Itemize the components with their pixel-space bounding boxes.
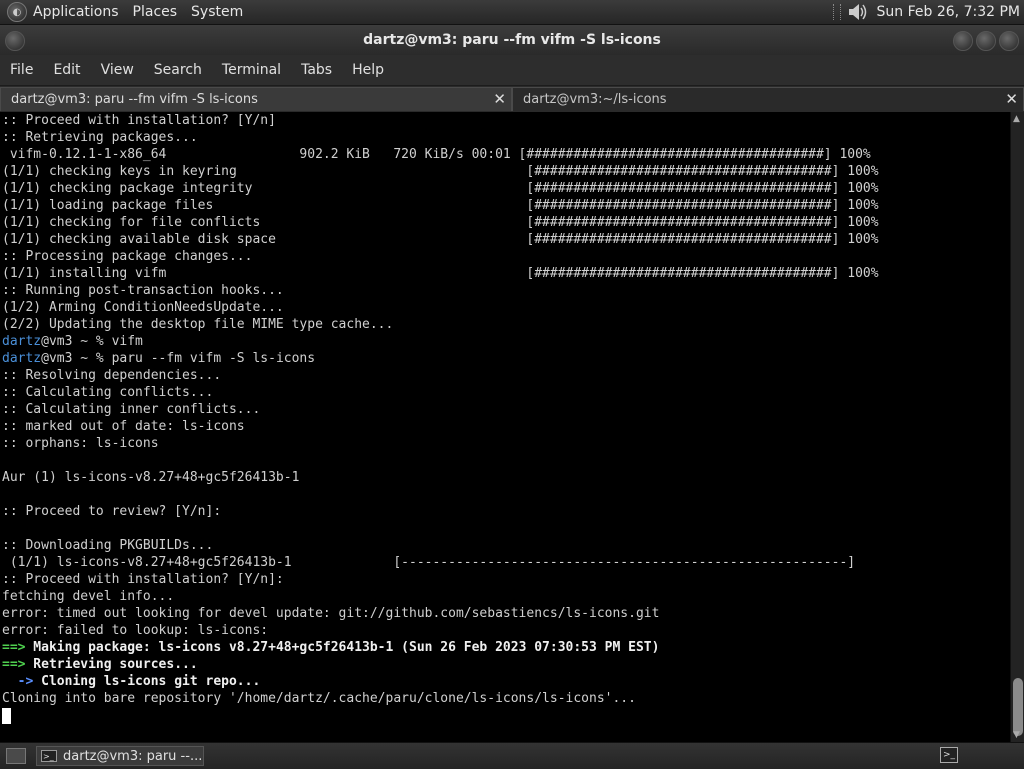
terminal-line: dartz@vm3 ~ % paru --fm vifm -S ls-icons bbox=[2, 350, 879, 367]
terminal-line: (1/2) Arming ConditionNeedsUpdate... bbox=[2, 300, 284, 315]
terminal-line: :: Proceed to review? [Y/n]: bbox=[2, 504, 222, 519]
tab-label: dartz@vm3:~/ls-icons bbox=[523, 92, 667, 107]
terminal-line: (1/1) checking package integrity [######… bbox=[2, 181, 879, 196]
scroll-up-icon[interactable]: ▲ bbox=[1013, 114, 1020, 124]
terminal-icon: >_ bbox=[41, 750, 57, 762]
terminal-line: :: Calculating inner conflicts... bbox=[2, 402, 261, 417]
terminal-line: :: Resolving dependencies... bbox=[2, 368, 222, 383]
terminal-line: (1/1) loading package files [###########… bbox=[2, 198, 879, 213]
minimize-icon[interactable] bbox=[953, 31, 973, 51]
terminal-line: error: failed to lookup: ls-icons: bbox=[2, 623, 269, 638]
terminal-line: (2/2) Updating the desktop file MIME typ… bbox=[2, 317, 394, 332]
terminal-line: :: Proceed with installation? [Y/n]: bbox=[2, 572, 284, 587]
menu-tabs[interactable]: Tabs bbox=[301, 62, 332, 78]
top-panel: ◐ Applications Places System Sun Feb 26,… bbox=[0, 0, 1024, 25]
menu-file[interactable]: File bbox=[10, 62, 33, 78]
terminal-line: :: Proceed with installation? [Y/n] bbox=[2, 113, 276, 128]
top-panel-menu: Applications Places System bbox=[33, 0, 257, 24]
tab-ls-icons[interactable]: dartz@vm3:~/ls-icons ✕ bbox=[512, 87, 1024, 111]
terminal-line: vifm-0.12.1-1-x86_64 902.2 KiB 720 KiB/s… bbox=[2, 147, 871, 162]
prompt-command: @vm3 ~ % paru --fm vifm -S ls-icons bbox=[41, 351, 316, 366]
terminal-line: :: orphans: ls-icons bbox=[2, 436, 159, 451]
show-desktop-icon[interactable] bbox=[6, 748, 26, 764]
panel-separator bbox=[832, 4, 841, 20]
terminal-line: dartz@vm3 ~ % vifm bbox=[2, 333, 879, 350]
tab-paru[interactable]: dartz@vm3: paru --fm vifm -S ls-icons ✕ bbox=[0, 87, 512, 111]
status-arrow: -> bbox=[2, 674, 34, 689]
terminal-output[interactable]: :: Proceed with installation? [Y/n]:: Re… bbox=[0, 112, 1010, 742]
tab-bar: dartz@vm3: paru --fm vifm -S ls-icons ✕ … bbox=[0, 86, 1024, 112]
status-arrow: ==> bbox=[2, 657, 26, 672]
terminal-line bbox=[2, 707, 879, 724]
prompt-user: dartz bbox=[2, 351, 42, 366]
volume-icon[interactable] bbox=[847, 2, 869, 22]
menu-help[interactable]: Help bbox=[352, 62, 384, 78]
terminal-line: ==> Retrieving sources... bbox=[2, 656, 879, 673]
status-message: Cloning ls-icons git repo... bbox=[33, 674, 261, 689]
window-title: dartz@vm3: paru --fm vifm -S ls-icons bbox=[363, 32, 661, 48]
terminal-line: ==> Making package: ls-icons v8.27+48+gc… bbox=[2, 639, 879, 656]
terminal-line: :: Downloading PKGBUILDs... bbox=[2, 538, 214, 553]
close-tab-icon[interactable]: ✕ bbox=[1005, 90, 1018, 108]
terminal-line: :: Calculating conflicts... bbox=[2, 385, 214, 400]
bottom-panel: >_ dartz@vm3: paru --... >_ bbox=[0, 742, 1024, 769]
menu-edit[interactable]: Edit bbox=[53, 62, 80, 78]
terminal-line: (1/1) checking for file conflicts [#####… bbox=[2, 215, 879, 230]
clock[interactable]: Sun Feb 26, 7:32 PM bbox=[877, 4, 1020, 20]
places-menu[interactable]: Places bbox=[133, 4, 178, 20]
terminal-line: -> Cloning ls-icons git repo... bbox=[2, 673, 879, 690]
terminal-cursor bbox=[2, 707, 11, 724]
terminal-line: (1/1) checking available disk space [###… bbox=[2, 232, 879, 247]
maximize-icon[interactable] bbox=[976, 31, 996, 51]
taskbar-item-terminal[interactable]: >_ dartz@vm3: paru --... bbox=[36, 746, 204, 766]
terminal-line: Aur (1) ls-icons-v8.27+48+gc5f26413b-1 bbox=[2, 470, 300, 485]
window-menu-icon[interactable] bbox=[5, 31, 25, 51]
status-arrow: ==> bbox=[2, 640, 26, 655]
gnome-foot-icon[interactable]: ◐ bbox=[7, 2, 27, 22]
terminal-line: (1/1) installing vifm [#################… bbox=[2, 266, 879, 281]
scrollbar-thumb[interactable] bbox=[1013, 678, 1023, 736]
menu-terminal[interactable]: Terminal bbox=[222, 62, 281, 78]
status-message: Making package: ls-icons v8.27+48+gc5f26… bbox=[25, 640, 660, 655]
menubar: File Edit View Search Terminal Tabs Help bbox=[0, 55, 1024, 86]
prompt-user: dartz bbox=[2, 334, 42, 349]
top-panel-tray: Sun Feb 26, 7:32 PM bbox=[832, 0, 1020, 24]
window-titlebar[interactable]: dartz@vm3: paru --fm vifm -S ls-icons bbox=[0, 25, 1024, 55]
applications-menu[interactable]: Applications bbox=[33, 4, 119, 20]
terminal-lines: :: Proceed with installation? [Y/n]:: Re… bbox=[2, 112, 879, 724]
close-tab-icon[interactable]: ✕ bbox=[493, 90, 506, 108]
menu-view[interactable]: View bbox=[101, 62, 134, 78]
terminal-line: error: timed out looking for devel updat… bbox=[2, 606, 660, 621]
terminal-scrollbar[interactable]: ▲ ▼ bbox=[1010, 112, 1024, 742]
system-menu[interactable]: System bbox=[191, 4, 243, 20]
scroll-down-icon[interactable]: ▼ bbox=[1013, 730, 1020, 740]
terminal-line: (1/1) ls-icons-v8.27+48+gc5f26413b-1 [--… bbox=[2, 555, 856, 570]
terminal-tray-icon[interactable]: >_ bbox=[940, 747, 958, 763]
prompt-command: @vm3 ~ % vifm bbox=[41, 334, 143, 349]
terminal-line: :: Retrieving packages... bbox=[2, 130, 198, 145]
terminal-line: :: Running post-transaction hooks... bbox=[2, 283, 284, 298]
menu-search[interactable]: Search bbox=[154, 62, 202, 78]
status-message: Retrieving sources... bbox=[25, 657, 198, 672]
close-window-icon[interactable] bbox=[999, 31, 1019, 51]
terminal-line: fetching devel info... bbox=[2, 589, 175, 604]
terminal-line: :: marked out of date: ls-icons bbox=[2, 419, 245, 434]
terminal-line: (1/1) checking keys in keyring [########… bbox=[2, 164, 879, 179]
terminal-line: Cloning into bare repository '/home/dart… bbox=[2, 691, 636, 706]
terminal-line: :: Processing package changes... bbox=[2, 249, 253, 264]
taskbar-item-label: dartz@vm3: paru --... bbox=[63, 748, 203, 764]
tab-label: dartz@vm3: paru --fm vifm -S ls-icons bbox=[11, 92, 258, 107]
